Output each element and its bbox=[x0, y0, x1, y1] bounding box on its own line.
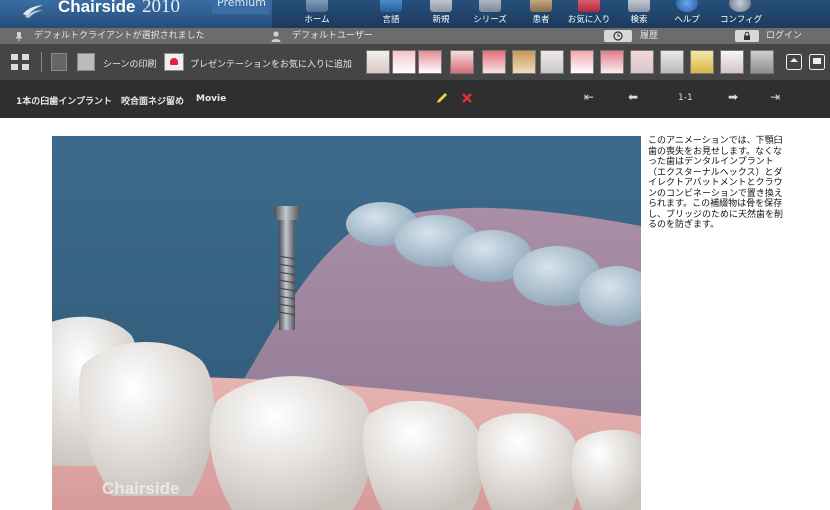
fullscreen-icon[interactable] bbox=[786, 54, 802, 70]
help-icon bbox=[676, 0, 698, 12]
login-label[interactable]: ログイン bbox=[766, 28, 802, 44]
edition-badge: Premium bbox=[212, 0, 270, 14]
nav-config-label: コンフィグ bbox=[720, 15, 763, 25]
print-scene-button[interactable]: シーンの印刷 bbox=[103, 57, 157, 70]
home-icon bbox=[306, 0, 328, 12]
print-icon[interactable] bbox=[77, 53, 95, 71]
client-status[interactable]: デフォルトクライアントが選択されました bbox=[34, 28, 205, 44]
scene-thumbnail[interactable] bbox=[720, 50, 744, 74]
top-bar: Chairside 2010 Premium ホーム 言語 新規 シリーズ 患者… bbox=[0, 0, 830, 28]
nav-help[interactable]: ヘルプ bbox=[672, 0, 702, 28]
scene-thumbnail[interactable] bbox=[482, 50, 506, 74]
brand-area: Chairside 2010 Premium bbox=[0, 0, 272, 28]
nav-home[interactable]: ホーム bbox=[300, 0, 334, 28]
lock-icon bbox=[744, 31, 750, 40]
nav-new[interactable]: 新規 bbox=[424, 0, 458, 28]
history-button[interactable] bbox=[604, 30, 632, 42]
nav-series-label: シリーズ bbox=[473, 15, 507, 25]
dental-implant-illustration: Chairside bbox=[52, 136, 641, 510]
history-label[interactable]: 履歴 bbox=[640, 28, 658, 44]
nav-patient-label: 患者 bbox=[532, 15, 550, 25]
nav-help-label: ヘルプ bbox=[674, 15, 700, 25]
scene-thumbnail[interactable] bbox=[630, 50, 654, 74]
language-icon bbox=[380, 0, 402, 12]
status-bar: デフォルトクライアントが選択されました デフォルトユーザー 履歴 ログイン bbox=[0, 28, 830, 44]
nav-series[interactable]: シリーズ bbox=[472, 0, 508, 28]
scene-thumbnail[interactable] bbox=[600, 50, 624, 74]
toolbar-divider bbox=[41, 52, 42, 72]
first-page-icon[interactable]: ⇤ bbox=[584, 90, 594, 104]
login-button[interactable] bbox=[735, 30, 759, 42]
scene-toolbar: シーンの印刷 プレゼンテーションをお気に入りに追加 bbox=[0, 44, 830, 80]
nav-language-label: 言語 bbox=[382, 15, 400, 25]
scene-thumbnail[interactable] bbox=[540, 50, 564, 74]
layout-grid-icon[interactable] bbox=[11, 54, 29, 70]
edit-pencil-icon[interactable] bbox=[436, 92, 448, 104]
user-status[interactable]: デフォルトユーザー bbox=[292, 28, 373, 44]
favorites-icon bbox=[578, 0, 600, 12]
scene-description: このアニメーションでは、下顎臼歯の喪失をお見せします。なくなった歯はデンタルイン… bbox=[648, 136, 784, 230]
new-icon bbox=[430, 0, 452, 12]
page-indicator: 1-1 bbox=[678, 93, 693, 103]
nav-language[interactable]: 言語 bbox=[376, 0, 406, 28]
scene-thumbnail[interactable] bbox=[750, 50, 774, 74]
app-year: 2010 bbox=[142, 0, 180, 17]
config-icon bbox=[729, 0, 751, 12]
nav-new-label: 新規 bbox=[432, 15, 450, 25]
next-page-icon[interactable]: ➡ bbox=[728, 90, 738, 104]
page-layout-button[interactable] bbox=[51, 53, 67, 71]
pin-icon bbox=[16, 32, 22, 41]
scene-thumbnail[interactable] bbox=[418, 50, 442, 74]
scene-title-bar: 1本の臼歯インプラント 咬合面ネジ留め Movie ⇤ ⬅ 1-1 ➡ ⇥ bbox=[0, 80, 830, 118]
scene-thumbnail[interactable] bbox=[690, 50, 714, 74]
app-name: Chairside bbox=[58, 0, 136, 16]
scene-thumbnail[interactable] bbox=[450, 50, 474, 74]
search-icon bbox=[628, 0, 650, 12]
delete-x-icon[interactable] bbox=[462, 93, 472, 103]
heart-icon[interactable] bbox=[164, 53, 184, 71]
scene-thumbnail[interactable] bbox=[392, 50, 416, 74]
nav-search-label: 検索 bbox=[630, 15, 648, 25]
nav-search[interactable]: 検索 bbox=[622, 0, 656, 28]
chairside-watermark: Chairside bbox=[102, 479, 179, 498]
scene-movie-viewer[interactable]: Chairside bbox=[52, 136, 641, 510]
scene-thumbnail[interactable] bbox=[570, 50, 594, 74]
scene-type: Movie bbox=[196, 94, 227, 104]
scene-thumbnail[interactable] bbox=[660, 50, 684, 74]
last-page-icon[interactable]: ⇥ bbox=[770, 90, 780, 104]
nav-favorites-label: お気に入り bbox=[567, 15, 611, 25]
series-icon bbox=[479, 0, 501, 12]
clock-icon bbox=[613, 31, 623, 41]
previous-page-icon[interactable]: ⬅ bbox=[628, 90, 638, 104]
add-to-favorites-button[interactable]: プレゼンテーションをお気に入りに追加 bbox=[190, 57, 352, 70]
nav-favorites[interactable]: お気に入り bbox=[566, 0, 612, 28]
nav-patient[interactable]: 患者 bbox=[526, 0, 556, 28]
chairside-logo-icon bbox=[23, 5, 43, 18]
user-icon bbox=[271, 31, 281, 42]
scene-thumbnail[interactable] bbox=[366, 50, 390, 74]
nav-config[interactable]: コンフィグ bbox=[720, 0, 763, 28]
nav-home-label: ホーム bbox=[304, 15, 330, 25]
presentation-icon[interactable] bbox=[809, 54, 825, 70]
scene-title: 1本の臼歯インプラント 咬合面ネジ留め bbox=[16, 97, 184, 107]
scene-thumbnail[interactable] bbox=[512, 50, 536, 74]
patient-icon bbox=[530, 0, 552, 12]
